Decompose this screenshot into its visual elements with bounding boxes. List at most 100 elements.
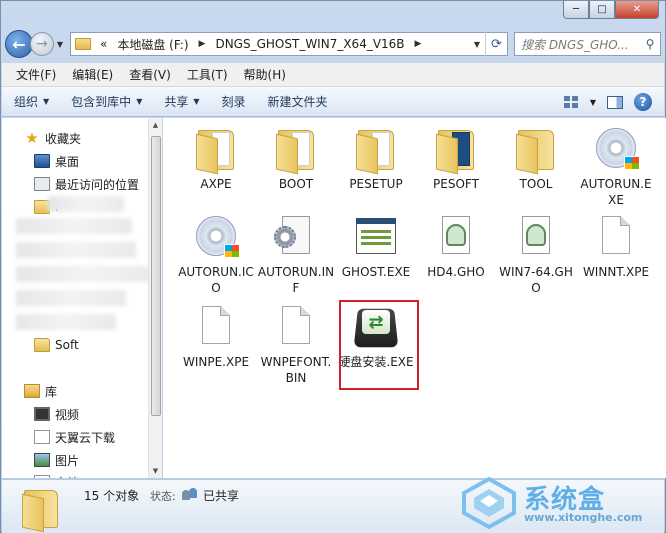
watermark: 系统盒 www.xitonghe.com xyxy=(460,475,660,531)
menu-view[interactable]: 查看(V) xyxy=(121,66,179,83)
recent-places-icon xyxy=(34,177,50,191)
refresh-button[interactable]: ⟳ xyxy=(485,32,507,56)
minimize-button[interactable]: ─ xyxy=(563,1,589,19)
nav-documents[interactable]: 文档 xyxy=(34,472,79,478)
file-name: AUTORUN.ICO xyxy=(178,265,254,295)
organize-label: 组织 xyxy=(14,95,39,109)
file-name: AUTORUN.INF xyxy=(257,265,335,295)
back-button[interactable]: ← xyxy=(5,30,33,58)
share-button[interactable]: 共享 ▼ xyxy=(164,93,199,110)
nav-soft[interactable]: Soft xyxy=(34,335,79,355)
highlight-box xyxy=(339,300,419,390)
change-view-button[interactable] xyxy=(560,91,582,113)
forward-button[interactable]: → xyxy=(30,32,54,56)
blurred-region xyxy=(16,314,116,330)
recent-pages-dropdown[interactable]: ▼ xyxy=(54,40,66,49)
folder-icon xyxy=(272,124,320,175)
search-input[interactable]: 搜索 DNGS_GHO... ⚲ xyxy=(514,32,661,56)
nav-libraries-label: 库 xyxy=(45,384,58,399)
chevron-down-icon: ▼ xyxy=(193,97,200,106)
nav-desktop-label: 桌面 xyxy=(55,154,80,169)
pictures-icon xyxy=(34,453,50,467)
nav-libraries[interactable]: 库 xyxy=(24,381,57,401)
file-name: WINNT.XPE xyxy=(582,265,650,279)
scroll-thumb[interactable] xyxy=(151,136,161,416)
scroll-down-icon[interactable]: ▼ xyxy=(149,464,162,478)
help-button[interactable]: ? xyxy=(632,91,654,113)
file-item[interactable]: AUTORUN.ICO xyxy=(177,212,255,296)
documents-icon xyxy=(34,475,50,478)
ghost-app-icon xyxy=(352,212,400,260)
file-name: WNPEFONT.BIN xyxy=(260,355,332,385)
file-item[interactable]: AXPE xyxy=(177,124,255,192)
breadcrumb-overflow[interactable]: « xyxy=(100,37,107,51)
menu-tools[interactable]: 工具(T) xyxy=(179,66,236,83)
maximize-button[interactable]: □ xyxy=(589,1,615,19)
breadcrumb-separator-icon[interactable]: ▶ xyxy=(415,39,422,49)
breadcrumb-separator-icon[interactable]: ▶ xyxy=(199,39,206,49)
view-options-dropdown[interactable]: ▼ xyxy=(588,91,598,113)
organize-button[interactable]: 组织 ▼ xyxy=(14,93,49,110)
desktop-icon xyxy=(34,154,50,168)
nav-pictures[interactable]: 图片 xyxy=(34,450,79,470)
views-icon xyxy=(564,96,578,108)
state-label: 状态: xyxy=(150,490,176,503)
file-item[interactable]: BOOT xyxy=(257,124,335,192)
file-item[interactable]: PESETUP xyxy=(337,124,415,192)
new-folder-button[interactable]: 新建文件夹 xyxy=(268,93,328,110)
file-name: TOOL xyxy=(519,177,553,191)
cd-setup-icon xyxy=(192,212,240,260)
address-dropdown[interactable]: ▼ xyxy=(469,40,485,49)
menu-file[interactable]: 文件(F) xyxy=(8,66,64,83)
file-item[interactable]: HD4.GHO xyxy=(417,212,495,280)
file-item[interactable]: PESOFT xyxy=(417,124,495,192)
file-name: AXPE xyxy=(200,177,232,191)
preview-pane-button[interactable] xyxy=(604,91,626,113)
nav-recent-places[interactable]: 最近访问的位置 xyxy=(34,174,139,194)
file-item[interactable]: AUTORUN.EXE xyxy=(577,124,655,208)
file-list: AXPE BOOT PESETUP PESOFT TOOL AUTORUN.EX… xyxy=(163,118,666,478)
command-bar: 组织 ▼ 包含到库中 ▼ 共享 ▼ 刻录 新建文件夹 ▼ ? xyxy=(2,87,664,117)
ghost-image-icon xyxy=(512,212,560,260)
search-placeholder: 搜索 DNGS_GHO... xyxy=(521,37,629,52)
nav-scrollbar[interactable]: ▲ ▼ xyxy=(148,118,162,478)
ghost-image-icon xyxy=(432,212,480,260)
folder-icon xyxy=(432,124,480,175)
video-icon xyxy=(34,407,50,421)
nav-favorites[interactable]: ★ 收藏夹 xyxy=(24,128,81,148)
file-name: PESOFT xyxy=(433,177,479,191)
burn-button[interactable]: 刻录 xyxy=(222,93,246,110)
file-name: GHOST.EXE xyxy=(341,265,411,279)
search-icon[interactable]: ⚲ xyxy=(640,37,660,51)
nav-videos[interactable]: 视频 xyxy=(34,404,79,424)
blurred-region xyxy=(48,196,124,212)
file-item[interactable]: AUTORUN.INF xyxy=(257,212,335,296)
menu-help[interactable]: 帮助(H) xyxy=(236,66,294,83)
file-item[interactable]: GHOST.EXE xyxy=(337,212,415,280)
blank-file-icon xyxy=(272,302,320,350)
include-in-library-button[interactable]: 包含到库中 ▼ xyxy=(71,93,142,110)
file-item[interactable]: WINNT.XPE xyxy=(577,212,655,280)
nav-tianyi-label: 天翼云下载 xyxy=(55,430,116,445)
breadcrumb: « 本地磁盘 (F:) ▶ DNGS_GHOST_WIN7_X64_V16B ▶ xyxy=(95,36,426,53)
file-name: PESETUP xyxy=(349,177,403,191)
state-value: 已共享 xyxy=(203,489,240,503)
file-item[interactable]: WIN7-64.GHO xyxy=(497,212,575,296)
file-item[interactable]: TOOL xyxy=(497,124,575,192)
file-item[interactable]: WINPE.XPE xyxy=(177,302,255,370)
help-icon: ? xyxy=(634,93,652,111)
address-row: ← → ▼ « 本地磁盘 (F:) ▶ DNGS_GHOST_WIN7_X64_… xyxy=(5,29,661,59)
nav-videos-label: 视频 xyxy=(55,407,80,422)
nav-tianyi-cloud[interactable]: 天翼云下载 xyxy=(34,427,115,447)
item-count: 15 个对象 xyxy=(84,489,140,503)
scroll-up-icon[interactable]: ▲ xyxy=(149,118,162,132)
close-button[interactable]: ✕ xyxy=(615,1,659,19)
menu-edit[interactable]: 编辑(E) xyxy=(64,66,121,83)
address-bar[interactable]: « 本地磁盘 (F:) ▶ DNGS_GHOST_WIN7_X64_V16B ▶… xyxy=(70,32,508,56)
file-item[interactable]: WNPEFONT.BIN xyxy=(257,302,335,386)
blank-file-icon xyxy=(192,302,240,350)
star-icon: ★ xyxy=(25,129,39,147)
breadcrumb-current-folder[interactable]: DNGS_GHOST_WIN7_X64_V16B xyxy=(215,37,404,51)
breadcrumb-drive[interactable]: 本地磁盘 (F:) xyxy=(117,36,188,53)
nav-desktop[interactable]: 桌面 xyxy=(34,151,79,171)
